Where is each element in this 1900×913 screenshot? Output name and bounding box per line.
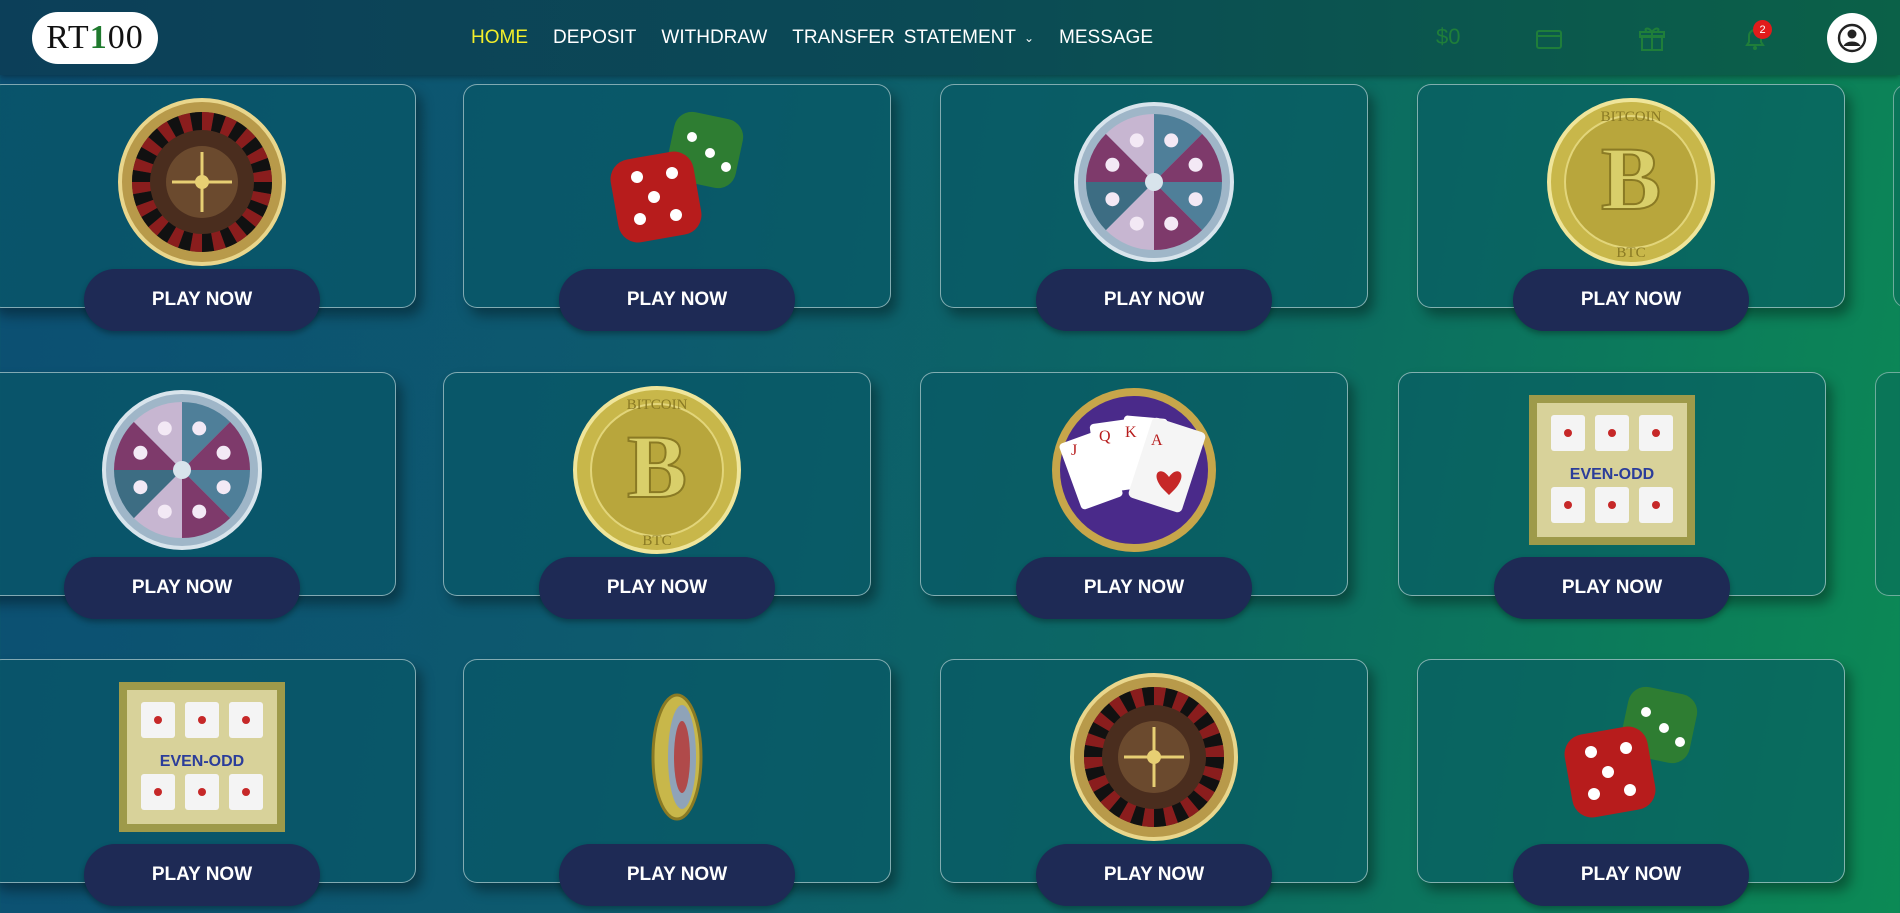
svg-text:B: B	[627, 418, 687, 517]
even-odd-label: EVEN-ODD	[1570, 466, 1654, 483]
nav-withdraw[interactable]: WITHDRAW	[661, 27, 767, 49]
play-now-button[interactable]: PLAY NOW	[559, 269, 795, 331]
nav-statement-label: STATEMENT	[903, 26, 1016, 48]
bitcoin-coin-icon[interactable]: BITCOIN B BTC	[572, 385, 742, 555]
roulette-wheel-icon[interactable]	[1069, 672, 1239, 842]
roulette-wheel-icon[interactable]	[117, 97, 287, 267]
coin-bottom-label: BTC	[1616, 245, 1645, 261]
play-now-button[interactable]: PLAY NOW	[1036, 269, 1272, 331]
chevron-down-icon: ⌄	[1023, 30, 1035, 45]
play-now-button[interactable]: PLAY NOW	[1513, 269, 1749, 331]
game-card[interactable]: J Q K A PLAY NOW	[920, 372, 1348, 619]
game-card[interactable]: PLAY NOW	[940, 659, 1368, 906]
partial-game-card	[1893, 84, 1900, 308]
game-card[interactable]: PLAY NOW	[463, 84, 891, 331]
user-avatar-button[interactable]	[1827, 13, 1877, 63]
play-now-button[interactable]: PLAY NOW	[559, 844, 795, 906]
svg-text:K: K	[1125, 424, 1137, 441]
game-card[interactable]: PLAY NOW	[940, 84, 1368, 331]
svg-text:J: J	[1071, 442, 1077, 459]
play-now-button[interactable]: PLAY NOW	[1494, 557, 1730, 619]
game-card[interactable]: EVEN-ODD PLAY NOW	[1398, 372, 1826, 619]
nav-deposit[interactable]: DEPOSIT	[553, 27, 636, 49]
wallet-card-icon[interactable]	[1535, 26, 1563, 52]
bitcoin-coin-icon[interactable]: BITCOIN B BTC	[1546, 97, 1716, 267]
even-odd-board-icon[interactable]: EVEN-ODD	[117, 672, 287, 842]
game-card[interactable]: BITCOIN B BTC PLAY NOW	[443, 372, 871, 619]
game-card[interactable]: PLAY NOW	[463, 659, 891, 906]
nav-home[interactable]: HOME	[471, 27, 528, 49]
dice-icon[interactable]	[592, 97, 762, 267]
nav-transfer[interactable]: TRANSFER	[792, 27, 894, 49]
play-now-button[interactable]: PLAY NOW	[84, 844, 320, 906]
game-card[interactable]: PLAY NOW	[0, 84, 416, 331]
coin-top-label: BITCOIN	[627, 397, 688, 413]
top-navigation-bar: RT 1 00 HOME DEPOSIT WITHDRAW TRANSFER STA…	[0, 0, 1900, 75]
user-circle-icon	[1837, 23, 1867, 53]
play-now-button[interactable]: PLAY NOW	[64, 557, 300, 619]
coin-bottom-label: BTC	[642, 533, 671, 549]
partial-game-card	[1875, 372, 1900, 596]
svg-text:A: A	[1151, 432, 1163, 449]
playing-cards-icon[interactable]: J QKA	[1049, 385, 1219, 555]
gift-icon[interactable]	[1638, 26, 1666, 52]
flipping-coin-icon[interactable]	[592, 672, 762, 842]
game-card[interactable]: EVEN-ODD PLAY NOW	[0, 659, 416, 906]
notification-badge: 2	[1753, 20, 1772, 39]
fortune-wheel-icon[interactable]	[1069, 97, 1239, 267]
site-logo[interactable]: RT 1 00	[32, 12, 158, 64]
nav-statement-dropdown[interactable]: STATEMENT ⌄	[904, 27, 1034, 49]
play-now-button[interactable]: PLAY NOW	[539, 557, 775, 619]
game-card[interactable]: BITCOIN B BTC PLAY NOW	[1417, 84, 1845, 331]
dice-icon[interactable]	[1546, 672, 1716, 842]
nav-message[interactable]: MESSAGE	[1059, 27, 1153, 49]
fortune-wheel-icon[interactable]	[97, 385, 267, 555]
game-card[interactable]: PLAY NOW	[0, 372, 396, 619]
svg-text:Q: Q	[1099, 428, 1111, 445]
play-now-button[interactable]: PLAY NOW	[1036, 844, 1272, 906]
balance-display: $0	[1436, 24, 1461, 49]
even-odd-board-icon[interactable]: EVEN-ODD	[1527, 385, 1697, 555]
play-now-button[interactable]: PLAY NOW	[84, 269, 320, 331]
play-now-button[interactable]: PLAY NOW	[1016, 557, 1252, 619]
game-card[interactable]: PLAY NOW	[1417, 659, 1845, 906]
even-odd-label: EVEN-ODD	[160, 753, 244, 770]
play-now-button[interactable]: PLAY NOW	[1513, 844, 1749, 906]
svg-text:B: B	[1601, 130, 1661, 229]
main-nav: HOME DEPOSIT WITHDRAW TRANSFER STATEMENT…	[471, 0, 1153, 75]
coin-top-label: BITCOIN	[1601, 109, 1662, 125]
